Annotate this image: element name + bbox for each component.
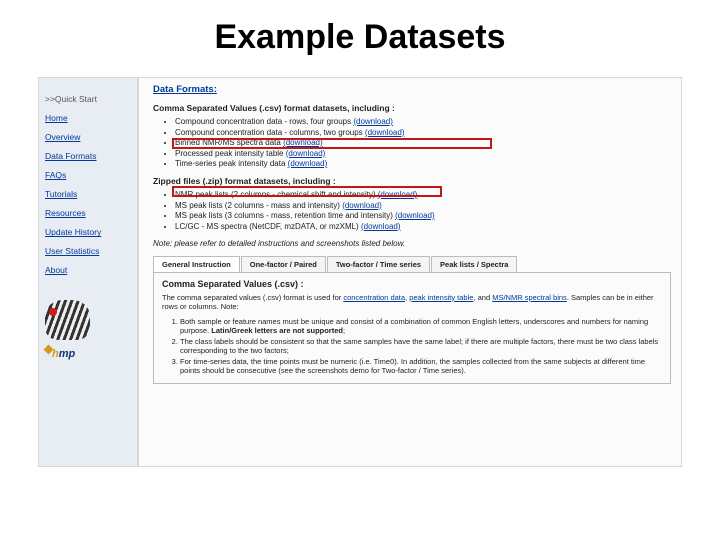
- hmp-logo: hmp: [45, 346, 131, 361]
- sidebar-quick-start[interactable]: >>Quick Start: [45, 94, 131, 105]
- tab-paragraph: The comma separated values (.csv) format…: [162, 293, 662, 311]
- zip-list: NMR peak lists (2 columns - chemical shi…: [175, 190, 671, 231]
- list-item: MS peak lists (3 columns - mass, retenti…: [175, 211, 671, 220]
- csv-list: Compound concentration data - rows, four…: [175, 117, 671, 168]
- list-item: NMR peak lists (2 columns - chemical shi…: [175, 190, 671, 199]
- tab-peak-lists[interactable]: Peak lists / Spectra: [431, 256, 517, 272]
- download-link[interactable]: (download): [342, 201, 382, 210]
- instruction-list: Both sample or feature names must be uni…: [180, 317, 662, 375]
- sidebar-item-about[interactable]: About: [45, 265, 131, 276]
- list-item: MS peak lists (2 columns - mass and inte…: [175, 201, 671, 210]
- note-text: Note: please refer to detailed instructi…: [153, 239, 671, 248]
- tab-two-factor[interactable]: Two-factor / Time series: [327, 256, 430, 272]
- list-item: Processed peak intensity table (download…: [175, 149, 671, 158]
- list-item: LC/GC - MS spectra (NetCDF, mzDATA, or m…: [175, 222, 671, 231]
- tab-general-instruction[interactable]: General Instruction: [153, 256, 240, 272]
- download-link[interactable]: (download): [283, 138, 323, 147]
- sidebar-item-user-statistics[interactable]: User Statistics: [45, 246, 131, 257]
- spectral-bins-link[interactable]: MS/NMR spectral bins: [492, 293, 567, 302]
- zebra-icon: [45, 300, 90, 340]
- slide-title: Example Datasets: [0, 0, 720, 77]
- zip-intro: Zipped files (.zip) format datasets, inc…: [153, 176, 671, 186]
- download-link[interactable]: (download): [378, 190, 418, 199]
- sidebar-item-tutorials[interactable]: Tutorials: [45, 189, 131, 200]
- peak-intensity-link[interactable]: peak intensity table: [409, 293, 473, 302]
- list-item: Compound concentration data - rows, four…: [175, 117, 671, 126]
- content-area: Data Formats: Comma Separated Values (.c…: [138, 77, 682, 467]
- list-item: Time-series peak intensity data (downloa…: [175, 159, 671, 168]
- sidebar-item-data-formats[interactable]: Data Formats: [45, 151, 131, 162]
- sidebar-item-faqs[interactable]: FAQs: [45, 170, 131, 181]
- sidebar-item-home[interactable]: Home: [45, 113, 131, 124]
- download-link[interactable]: (download): [365, 128, 405, 137]
- tab-one-factor[interactable]: One-factor / Paired: [241, 256, 326, 272]
- download-link[interactable]: (download): [286, 149, 326, 158]
- list-item: Both sample or feature names must be uni…: [180, 317, 662, 335]
- tab-heading: Comma Separated Values (.csv) :: [162, 279, 662, 289]
- download-link[interactable]: (download): [353, 117, 393, 126]
- sidebar: >>Quick Start Home Overview Data Formats…: [38, 77, 138, 467]
- screenshot-panel: >>Quick Start Home Overview Data Formats…: [0, 77, 720, 467]
- concentration-data-link[interactable]: concentration data: [343, 293, 405, 302]
- sidebar-item-resources[interactable]: Resources: [45, 208, 131, 219]
- download-link[interactable]: (download): [395, 211, 435, 220]
- csv-intro: Comma Separated Values (.csv) format dat…: [153, 103, 671, 113]
- list-item: Compound concentration data - columns, t…: [175, 128, 671, 137]
- list-item: For time-series data, the time points mu…: [180, 357, 662, 375]
- tab-bar: General Instruction One-factor / Paired …: [153, 256, 671, 272]
- list-item: Binned NMR/MS spectra data (download): [175, 138, 671, 147]
- tab-content: Comma Separated Values (.csv) : The comm…: [153, 272, 671, 384]
- list-item: The class labels should be consistent so…: [180, 337, 662, 355]
- download-link[interactable]: (download): [288, 159, 328, 168]
- download-link[interactable]: (download): [361, 222, 401, 231]
- sidebar-item-update-history[interactable]: Update History: [45, 227, 131, 238]
- logo-area: hmp: [45, 300, 131, 370]
- sidebar-item-overview[interactable]: Overview: [45, 132, 131, 143]
- data-formats-heading: Data Formats:: [153, 84, 671, 95]
